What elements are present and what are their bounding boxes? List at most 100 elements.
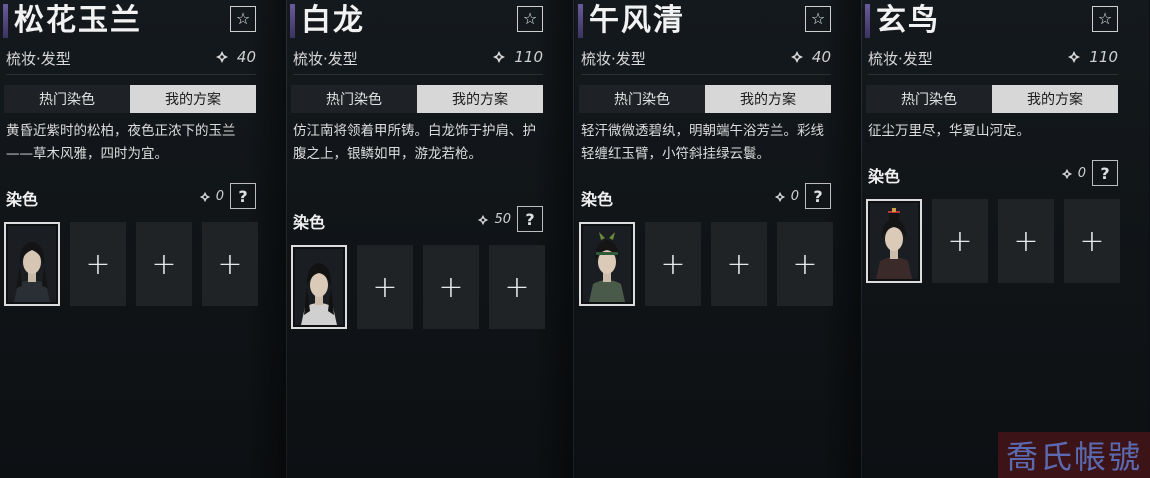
price-value: 110 bbox=[1089, 48, 1118, 66]
tab-my-plans[interactable]: 我的方案 bbox=[130, 85, 256, 113]
header-divider bbox=[6, 74, 256, 75]
card-subtitle: 梳妆·发型 bbox=[293, 50, 358, 68]
tab-my-plans[interactable]: 我的方案 bbox=[417, 85, 543, 113]
tab-popular-dyes[interactable]: 热门染色 bbox=[866, 85, 992, 113]
plus-icon: + bbox=[504, 269, 530, 305]
character-portrait bbox=[583, 226, 631, 302]
plus-icon: + bbox=[660, 246, 686, 282]
dye-row: 染色 50 ? bbox=[293, 206, 543, 234]
gem-icon bbox=[790, 51, 803, 63]
add-dye-slot[interactable]: + bbox=[711, 222, 767, 306]
star-icon: ☆ bbox=[522, 9, 538, 28]
tab-my-plans[interactable]: 我的方案 bbox=[705, 85, 831, 113]
help-button[interactable]: ? bbox=[1092, 160, 1118, 186]
dye-slot-portrait[interactable] bbox=[866, 199, 922, 283]
dye-label: 染色 bbox=[868, 167, 901, 186]
dye-label: 染色 bbox=[6, 190, 39, 209]
add-dye-slot[interactable]: + bbox=[70, 222, 126, 306]
title-accent-bar bbox=[865, 4, 870, 38]
description: 轻汗微微透碧纨，明朝端午浴芳兰。彩线轻缠红玉臂，小符斜挂绿云鬟。 bbox=[581, 123, 824, 162]
add-dye-slot[interactable]: + bbox=[998, 199, 1054, 283]
add-dye-slot[interactable]: + bbox=[423, 245, 479, 329]
dye-slot-portrait[interactable] bbox=[291, 245, 347, 329]
card-title: 松花玉兰 bbox=[14, 3, 142, 38]
title-accent-bar bbox=[3, 4, 8, 38]
dye-slots: + + + bbox=[291, 245, 545, 329]
tab-popular-dyes[interactable]: 热门染色 bbox=[291, 85, 417, 113]
header-divider bbox=[868, 74, 1118, 75]
plus-icon: + bbox=[792, 246, 818, 282]
favorite-button[interactable]: ☆ bbox=[805, 6, 831, 32]
plus-icon: + bbox=[217, 246, 243, 282]
add-dye-slot[interactable]: + bbox=[777, 222, 833, 306]
add-dye-slot[interactable]: + bbox=[136, 222, 192, 306]
dye-cost-value: 50 bbox=[494, 212, 511, 227]
panel-shade bbox=[534, 0, 574, 478]
card-subtitle: 梳妆·发型 bbox=[6, 50, 71, 68]
hairstyle-card-1: 松花玉兰 ☆ 梳妆·发型 40 热门染色 我的方案 黄昏近紫时的松柏，夜色正浓下… bbox=[0, 0, 287, 478]
dye-cost: 0 bbox=[774, 189, 799, 204]
dye-cost: 0 bbox=[1061, 166, 1086, 181]
favorite-button[interactable]: ☆ bbox=[517, 6, 543, 32]
dye-row: 染色 0 ? bbox=[6, 183, 256, 211]
description: 仿江南将领着甲所铸。白龙饰于护肩、护腹之上，银鳞如甲，游龙若枪。 bbox=[293, 123, 536, 162]
tab-popular-dyes[interactable]: 热门染色 bbox=[4, 85, 130, 113]
add-dye-slot[interactable]: + bbox=[645, 222, 701, 306]
character-portrait bbox=[8, 226, 56, 302]
price-value: 40 bbox=[811, 48, 831, 66]
star-icon: ☆ bbox=[1097, 9, 1113, 28]
character-portrait bbox=[870, 203, 918, 279]
card-subtitle: 梳妆·发型 bbox=[581, 50, 646, 68]
add-dye-slot[interactable]: + bbox=[357, 245, 413, 329]
dye-slot-portrait[interactable] bbox=[4, 222, 60, 306]
dye-cost: 0 bbox=[199, 189, 224, 204]
gem-icon bbox=[199, 191, 210, 202]
dye-slot-portrait[interactable] bbox=[579, 222, 635, 306]
add-dye-slot[interactable]: + bbox=[1064, 199, 1120, 283]
header-divider bbox=[293, 74, 543, 75]
gem-icon bbox=[493, 51, 506, 63]
plus-icon: + bbox=[1013, 223, 1039, 259]
card-title: 白龙 bbox=[301, 3, 365, 38]
panel-divider bbox=[573, 0, 574, 478]
plus-icon: + bbox=[438, 269, 464, 305]
tab-bar: 热门染色 我的方案 bbox=[579, 85, 831, 113]
favorite-button[interactable]: ☆ bbox=[1092, 6, 1118, 32]
hairstyle-card-2: 白龙 ☆ 梳妆·发型 110 热门染色 我的方案 仿江南将领着甲所铸。白龙饰于护… bbox=[287, 0, 574, 478]
gem-icon bbox=[1068, 51, 1081, 63]
dye-slots: + + + bbox=[866, 199, 1120, 283]
help-button[interactable]: ? bbox=[517, 206, 543, 232]
plus-icon: + bbox=[726, 246, 752, 282]
tab-bar: 热门染色 我的方案 bbox=[4, 85, 256, 113]
description: 征尘万里尽，华夏山河定。 bbox=[868, 123, 1030, 139]
add-dye-slot[interactable]: + bbox=[202, 222, 258, 306]
price: 110 bbox=[492, 48, 543, 66]
card-title: 玄鸟 bbox=[876, 3, 940, 38]
tab-popular-dyes[interactable]: 热门染色 bbox=[579, 85, 705, 113]
gem-icon bbox=[478, 214, 489, 225]
hairstyle-card-3: 午风清 ☆ 梳妆·发型 40 热门染色 我的方案 轻汗微微透碧纨，明朝端午浴芳兰… bbox=[575, 0, 862, 478]
plus-icon: + bbox=[947, 223, 973, 259]
plus-icon: + bbox=[151, 246, 177, 282]
header-divider bbox=[581, 74, 831, 75]
plus-icon: + bbox=[85, 246, 111, 282]
tab-my-plans[interactable]: 我的方案 bbox=[992, 85, 1118, 113]
dye-cost-value: 0 bbox=[790, 189, 799, 204]
favorite-button[interactable]: ☆ bbox=[230, 6, 256, 32]
add-dye-slot[interactable]: + bbox=[489, 245, 545, 329]
star-icon: ☆ bbox=[235, 9, 251, 28]
add-dye-slot[interactable]: + bbox=[932, 199, 988, 283]
tab-bar: 热门染色 我的方案 bbox=[291, 85, 543, 113]
card-subtitle: 梳妆·发型 bbox=[868, 50, 933, 68]
help-button[interactable]: ? bbox=[230, 183, 256, 209]
hairstyle-card-4: 玄鸟 ☆ 梳妆·发型 110 热门染色 我的方案 征尘万里尽，华夏山河定。 染色… bbox=[862, 0, 1149, 478]
gem-icon bbox=[1061, 168, 1072, 179]
title-accent-bar bbox=[290, 4, 295, 38]
dye-slots: + + + bbox=[579, 222, 833, 306]
help-button[interactable]: ? bbox=[805, 183, 831, 209]
gem-icon bbox=[774, 191, 785, 202]
dye-label: 染色 bbox=[293, 213, 326, 232]
dye-slots: + + + bbox=[4, 222, 258, 306]
dye-row: 染色 0 ? bbox=[868, 160, 1118, 188]
tab-bar: 热门染色 我的方案 bbox=[866, 85, 1118, 113]
